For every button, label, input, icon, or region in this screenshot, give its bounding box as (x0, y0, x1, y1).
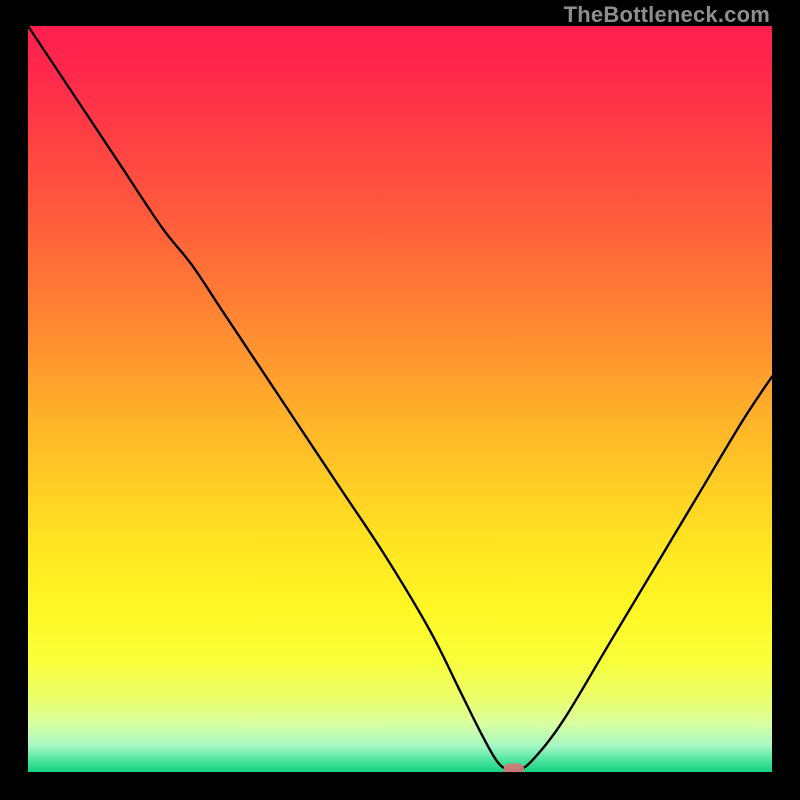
chart-stage: TheBottleneck.com (0, 0, 800, 800)
watermark-label: TheBottleneck.com (564, 2, 770, 28)
optimum-marker (28, 26, 772, 772)
plot-area (28, 26, 772, 772)
